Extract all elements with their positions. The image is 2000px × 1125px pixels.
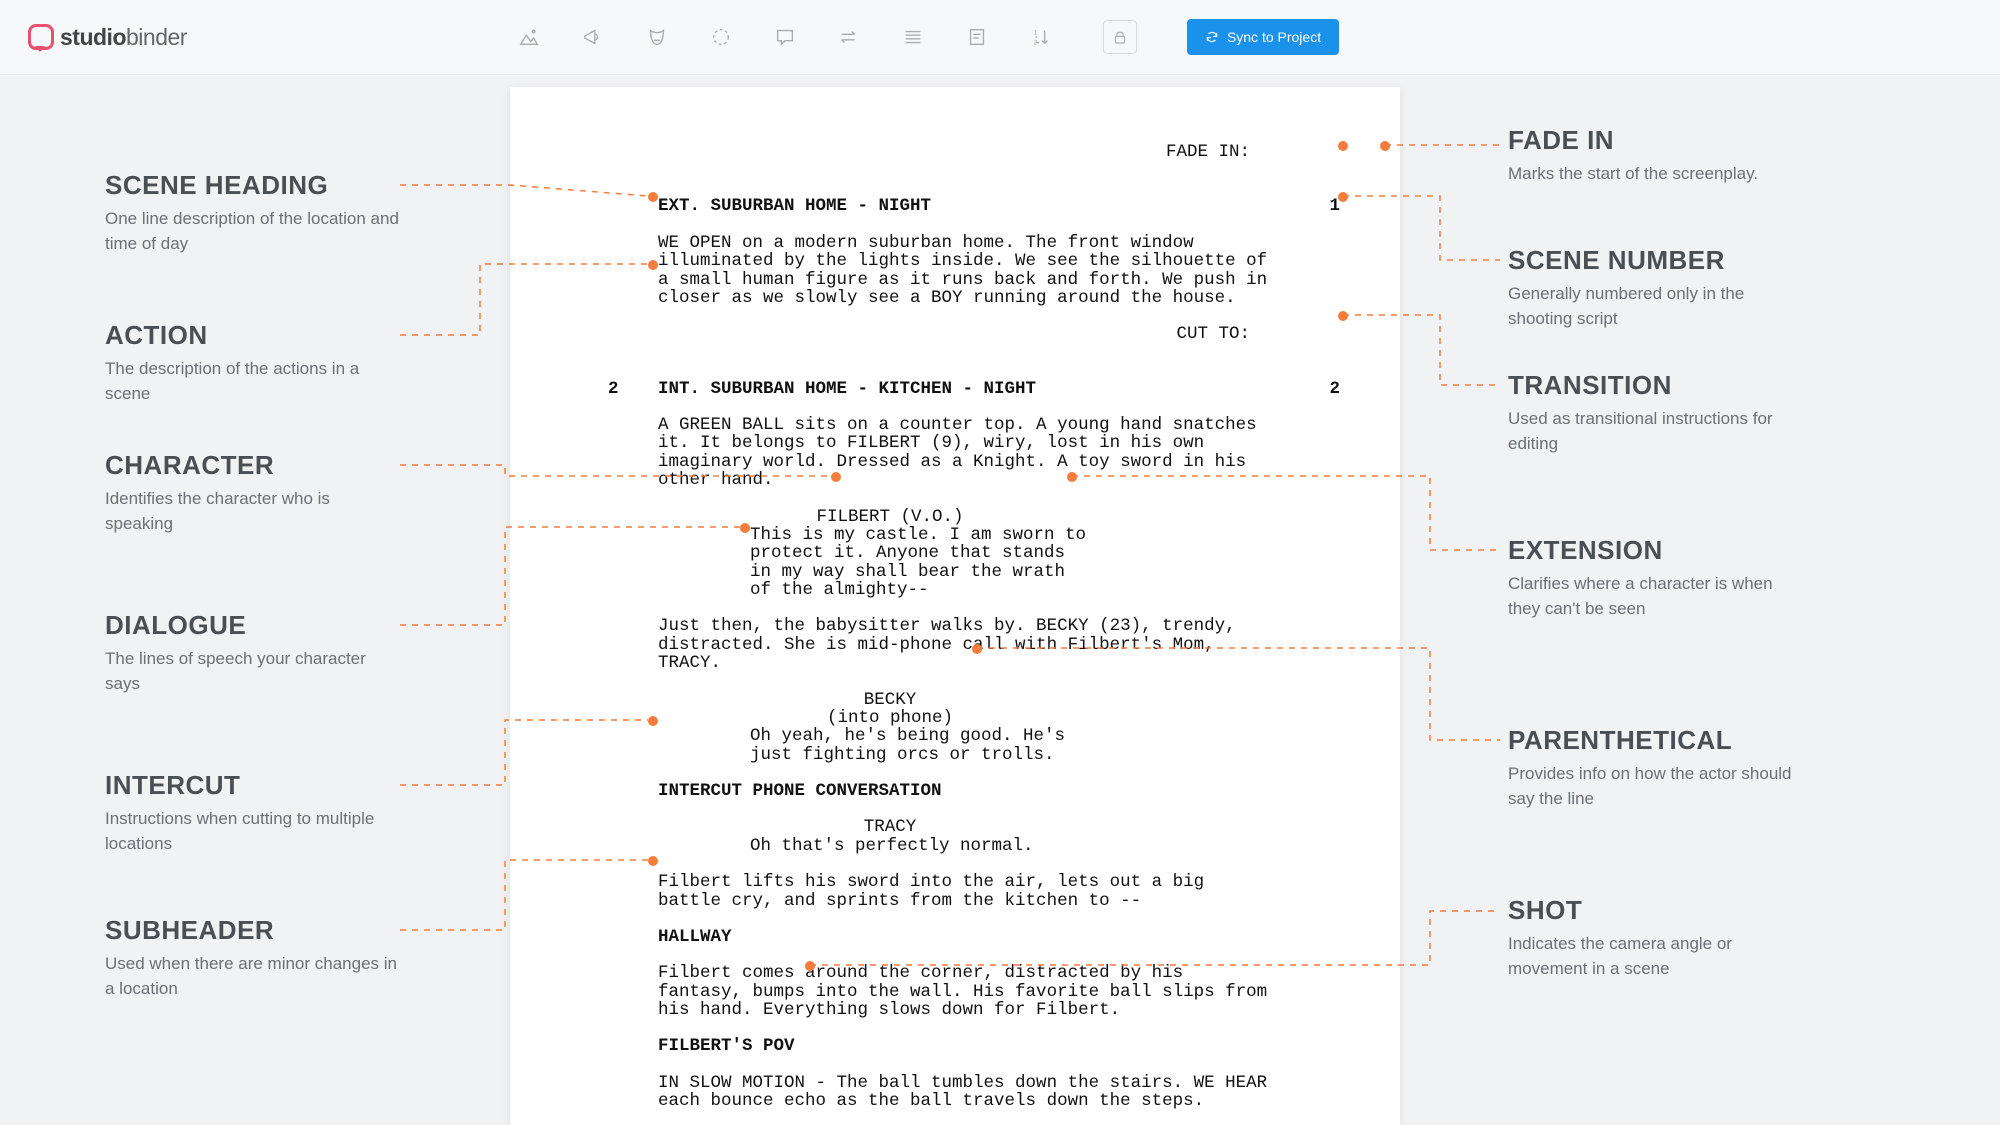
sub-pov: FILBERT'S POV [658,1037,1340,1055]
paren-becky: (into phone) [730,709,1050,727]
dialog-tracy: Oh that's perfectly normal. [750,837,1090,855]
ann-shot: SHOT Indicates the camera angle or movem… [1508,895,1803,981]
dot-action [648,260,658,270]
script-page: FADE IN: EXT. SUBURBAN HOME - NIGHT 1 WE… [510,87,1400,1125]
logo-text: studiobinder [60,24,187,51]
ann-extension: EXTENSION Clarifies where a character is… [1508,535,1803,621]
topbar: studiobinder 12 Sync to Project [0,0,2000,75]
ann-subheader: SUBHEADER Used when there are minor chan… [105,915,400,1001]
scene-2-action-1: A GREEN BALL sits on a counter top. A yo… [658,416,1270,490]
comment-icon[interactable] [773,25,797,49]
intercut-label: INTERCUT PHONE CONVERSATION [658,782,1340,800]
svg-text:2: 2 [1034,39,1038,46]
dot-intercut [648,716,658,726]
fade-in: FADE IN: [570,143,1340,161]
dialog-filbert: This is my castle. I am sworn to protect… [750,526,1090,600]
stage: FADE IN: EXT. SUBURBAN HOME - NIGHT 1 WE… [0,75,2000,1125]
ann-scenenum: SCENE NUMBER Generally numbered only in … [1508,245,1803,331]
ann-action: ACTION The description of the actions in… [105,320,400,406]
circle-icon[interactable] [709,25,733,49]
ann-parenthetical: PARENTHETICAL Provides info on how the a… [1508,725,1803,811]
lines-icon[interactable] [901,25,925,49]
note-icon[interactable] [965,25,989,49]
sort-icon[interactable]: 12 [1029,25,1053,49]
scene-2-action-2: Just then, the babysitter walks by. BECK… [658,617,1270,672]
scene-2-action-3: Filbert lifts his sword into the air, le… [658,873,1270,910]
ann-transition: TRANSITION Used as transitional instruct… [1508,370,1803,456]
mask-icon[interactable] [645,25,669,49]
ann-scene-heading: SCENE HEADING One line description of th… [105,170,400,256]
cut-to: CUT TO: [570,325,1340,343]
dot-extension [1067,472,1077,482]
lock-button[interactable] [1103,20,1137,54]
char-becky: BECKY [730,691,1050,709]
megaphone-icon[interactable] [581,25,605,49]
char-filbert: FILBERT (V.O.) [730,508,1050,526]
ann-character: CHARACTER Identifies the character who i… [105,450,400,536]
script-content: FADE IN: EXT. SUBURBAN HOME - NIGHT 1 WE… [510,87,1400,1125]
toolbar: 12 Sync to Project [517,19,1339,55]
ann-intercut: INTERCUT Instructions when cutting to mu… [105,770,400,856]
scene-2-action-5: IN SLOW MOTION - The ball tumbles down t… [658,1074,1270,1111]
dot-subheader [648,856,658,866]
dot-scenenum [1338,192,1348,202]
scene-1-heading: EXT. SUBURBAN HOME - NIGHT 1 [658,197,1340,215]
logo-icon [28,24,54,50]
scene-2-heading: 2 INT. SUBURBAN HOME - KITCHEN - NIGHT 2 [658,380,1340,398]
dot-fadein-outer [1380,141,1390,151]
dialog-becky: Oh yeah, he's being good. He's just figh… [750,727,1090,764]
dot-shot [805,961,815,971]
sync-label: Sync to Project [1227,29,1321,45]
scene-2-action-4: Filbert comes around the corner, distrac… [658,964,1270,1019]
dot-fadein-inner [1338,141,1348,151]
char-tracy: TRACY [730,818,1050,836]
scene-icon[interactable] [517,25,541,49]
dot-character [831,472,841,482]
sub-hallway: HALLWAY [658,928,1340,946]
ann-dialogue: DIALOGUE The lines of speech your charac… [105,610,400,696]
logo[interactable]: studiobinder [28,24,187,51]
sync-button[interactable]: Sync to Project [1187,19,1339,55]
dot-parenthetical [972,644,982,654]
dot-dialogue [740,523,750,533]
svg-text:1: 1 [1034,29,1038,36]
ann-fadein: FADE IN Marks the start of the screenpla… [1508,125,1803,187]
scene-1-action: WE OPEN on a modern suburban home. The f… [658,234,1270,308]
dot-transition [1338,311,1348,321]
swap-icon[interactable] [837,25,861,49]
dot-scene-heading [648,192,658,202]
